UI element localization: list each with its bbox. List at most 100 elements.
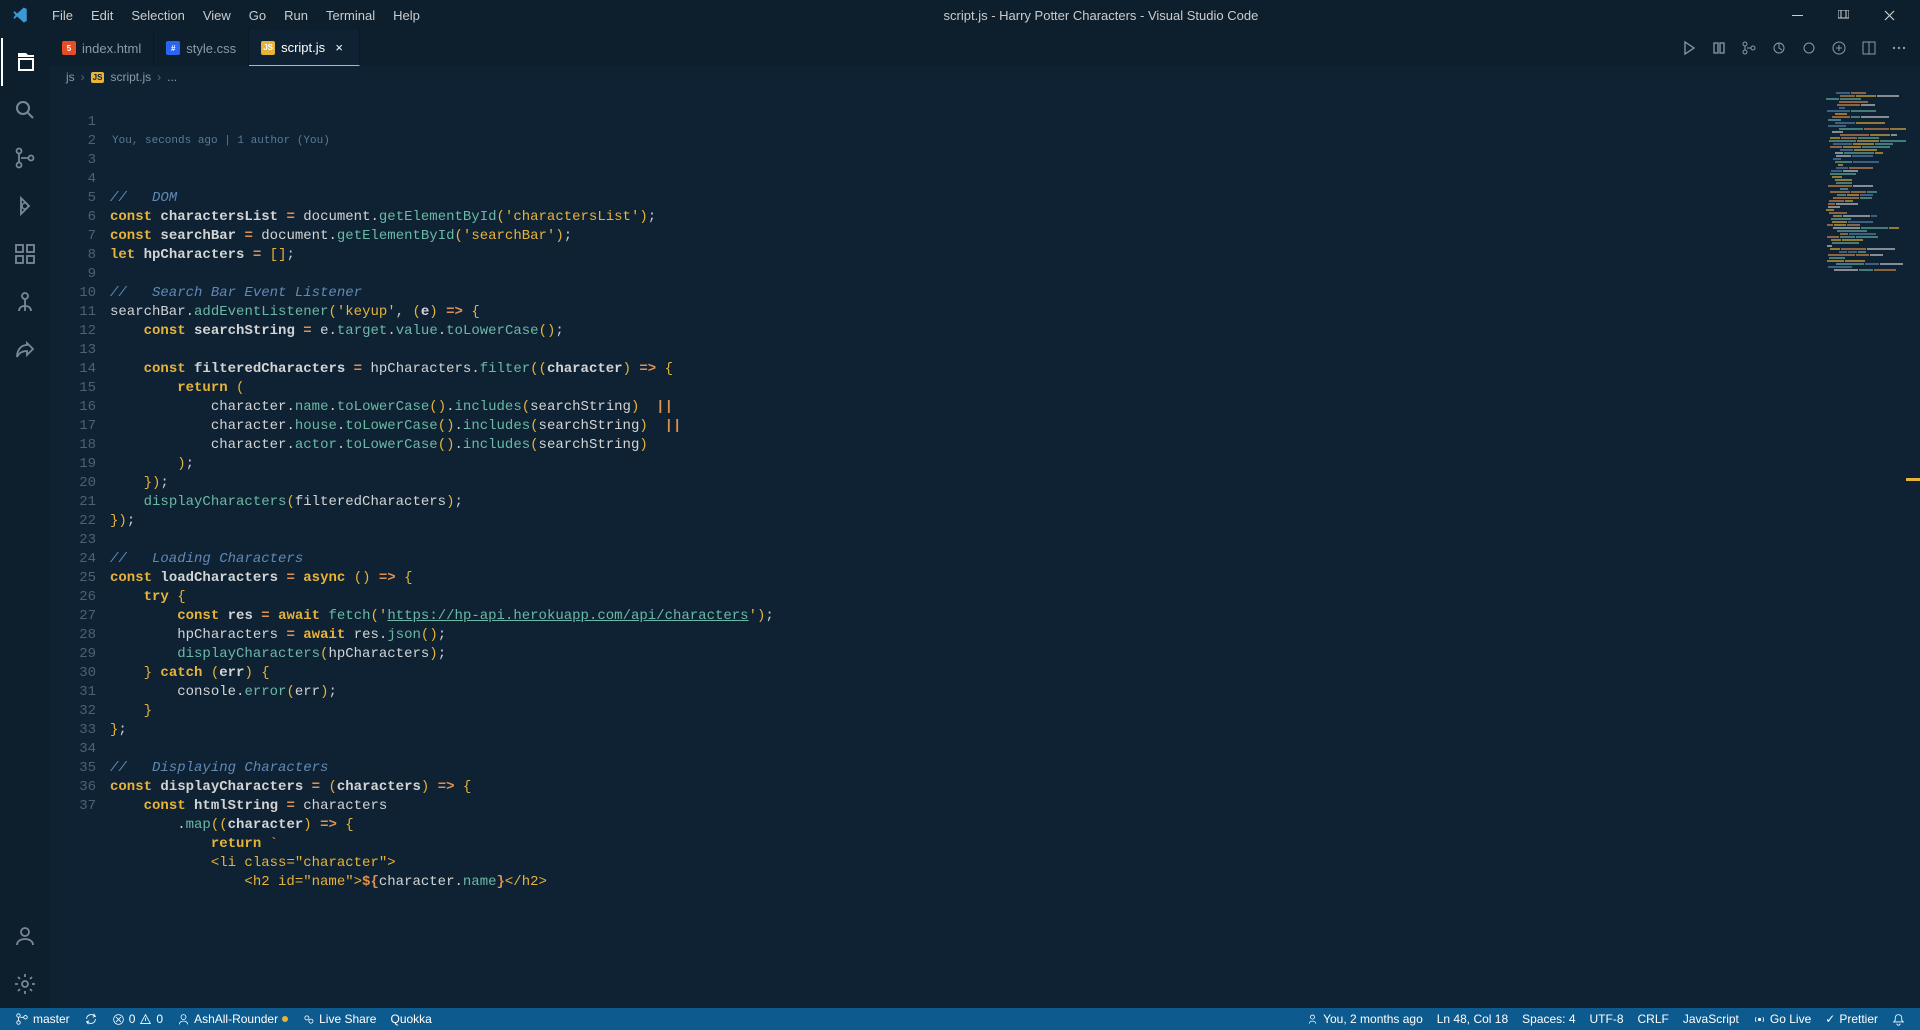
minimize-button[interactable] (1774, 0, 1820, 30)
code-line[interactable]: displayCharacters(hpCharacters); (110, 645, 1920, 664)
code-line[interactable] (110, 740, 1920, 759)
code-line[interactable]: searchBar.addEventListener('keyup', (e) … (110, 303, 1920, 322)
account-status[interactable]: AshAll-Rounder (170, 1008, 295, 1030)
tab-style-css[interactable]: #style.css (154, 30, 249, 66)
code-line[interactable]: const htmlString = characters (110, 797, 1920, 816)
code-line[interactable]: character.name.toLowerCase().includes(se… (110, 398, 1920, 417)
code-line[interactable] (110, 341, 1920, 360)
code-line[interactable]: character.actor.toLowerCase().includes(s… (110, 436, 1920, 455)
git-blame-status[interactable]: You, 2 months ago (1299, 1008, 1430, 1030)
code-line[interactable]: <li class="character"> (110, 854, 1920, 873)
breadcrumb-item[interactable]: script.js (110, 70, 151, 84)
minimap[interactable] (1826, 92, 1906, 392)
menu-go[interactable]: Go (241, 4, 274, 27)
account-icon[interactable] (1, 912, 49, 960)
debug-icon[interactable] (1, 182, 49, 230)
menu-help[interactable]: Help (385, 4, 428, 27)
share-icon[interactable] (1, 326, 49, 374)
editor[interactable]: 1234567891011121314151617181920212223242… (50, 88, 1920, 1008)
code-line[interactable]: const displayCharacters = (characters) =… (110, 778, 1920, 797)
js-file-icon: JS (91, 72, 105, 83)
quokka-status[interactable]: Quokka (383, 1008, 438, 1030)
code-line[interactable]: <h2 id="name">${character.name}</h2> (110, 873, 1920, 892)
breadcrumb-item[interactable]: js (66, 70, 75, 84)
liveshare-status[interactable]: Live Share (295, 1008, 383, 1030)
vscode-logo-icon (8, 3, 32, 27)
run-icon[interactable] (1678, 37, 1700, 59)
code-content[interactable]: You, seconds ago | 1 author (You) // DOM… (110, 88, 1920, 1008)
breadcrumb-item[interactable]: ... (167, 70, 177, 84)
code-line[interactable]: const filteredCharacters = hpCharacters.… (110, 360, 1920, 379)
code-line[interactable]: // Search Bar Event Listener (110, 284, 1920, 303)
code-line[interactable]: let hpCharacters = []; (110, 246, 1920, 265)
code-line[interactable]: const res = await fetch('https://hp-api.… (110, 607, 1920, 626)
vertical-scrollbar[interactable] (1906, 88, 1920, 1008)
sync-status[interactable] (77, 1008, 105, 1030)
language-status[interactable]: JavaScript (1676, 1008, 1746, 1030)
tab-close-icon[interactable]: × (331, 40, 347, 56)
code-line[interactable]: console.error(err); (110, 683, 1920, 702)
close-button[interactable] (1866, 0, 1912, 30)
git-icon[interactable] (1738, 37, 1760, 59)
code-line[interactable]: character.house.toLowerCase().includes(s… (110, 417, 1920, 436)
tab-label: index.html (82, 41, 141, 56)
code-line[interactable]: // DOM (110, 189, 1920, 208)
golive-status[interactable]: Go Live (1746, 1008, 1818, 1030)
prev-icon[interactable] (1768, 37, 1790, 59)
code-line[interactable] (110, 531, 1920, 550)
tab-script-js[interactable]: JSscript.js× (249, 30, 360, 66)
tab-label: script.js (281, 40, 325, 55)
extensions-icon[interactable] (1, 230, 49, 278)
encoding-status[interactable]: UTF-8 (1583, 1008, 1631, 1030)
code-line[interactable]: .map((character) => { (110, 816, 1920, 835)
eol-status[interactable]: CRLF (1631, 1008, 1676, 1030)
code-line[interactable]: }); (110, 474, 1920, 493)
search-icon[interactable] (1, 86, 49, 134)
toggle-icon[interactable] (1828, 37, 1850, 59)
code-line[interactable]: }); (110, 512, 1920, 531)
maximize-button[interactable] (1820, 0, 1866, 30)
menu-terminal[interactable]: Terminal (318, 4, 383, 27)
code-line[interactable]: const loadCharacters = async () => { (110, 569, 1920, 588)
more-icon[interactable] (1888, 37, 1910, 59)
cursor-position-status[interactable]: Ln 48, Col 18 (1430, 1008, 1515, 1030)
notifications-status[interactable] (1885, 1008, 1912, 1030)
explorer-icon[interactable] (1, 38, 49, 86)
code-line[interactable]: const searchBar = document.getElementByI… (110, 227, 1920, 246)
code-line[interactable]: // Loading Characters (110, 550, 1920, 569)
breadcrumb[interactable]: js › JS script.js › ... (50, 66, 1920, 88)
menubar: FileEditSelectionViewGoRunTerminalHelp (44, 4, 428, 27)
gitlens-icon[interactable] (1, 278, 49, 326)
code-line[interactable]: hpCharacters = await res.json(); (110, 626, 1920, 645)
prettier-status[interactable]: ✓ Prettier (1818, 1008, 1885, 1030)
git-blame-codelens[interactable]: You, seconds ago | 1 author (You) (110, 132, 1920, 151)
menu-edit[interactable]: Edit (83, 4, 121, 27)
menu-file[interactable]: File (44, 4, 81, 27)
indentation-status[interactable]: Spaces: 4 (1515, 1008, 1582, 1030)
code-line[interactable]: try { (110, 588, 1920, 607)
code-line[interactable]: displayCharacters(filteredCharacters); (110, 493, 1920, 512)
code-line[interactable]: ); (110, 455, 1920, 474)
settings-gear-icon[interactable] (1, 960, 49, 1008)
menu-run[interactable]: Run (276, 4, 316, 27)
code-line[interactable]: }; (110, 721, 1920, 740)
git-branch-status[interactable]: master (8, 1008, 77, 1030)
tab-index-html[interactable]: 5index.html (50, 30, 154, 66)
code-line[interactable]: // Displaying Characters (110, 759, 1920, 778)
code-line[interactable]: const searchString = e.target.value.toLo… (110, 322, 1920, 341)
code-line[interactable]: return ( (110, 379, 1920, 398)
code-line[interactable]: } catch (err) { (110, 664, 1920, 683)
scrollbar-marker (1906, 478, 1920, 481)
code-line[interactable]: const charactersList = document.getEleme… (110, 208, 1920, 227)
source-control-icon[interactable] (1, 134, 49, 182)
problems-status[interactable]: 0 0 (105, 1008, 170, 1030)
split-icon[interactable] (1858, 37, 1880, 59)
code-line[interactable] (110, 265, 1920, 284)
css-file-icon: # (166, 41, 180, 55)
menu-view[interactable]: View (195, 4, 239, 27)
compare-icon[interactable] (1708, 37, 1730, 59)
menu-selection[interactable]: Selection (123, 4, 192, 27)
code-line[interactable]: } (110, 702, 1920, 721)
code-line[interactable]: return ` (110, 835, 1920, 854)
next-icon[interactable] (1798, 37, 1820, 59)
